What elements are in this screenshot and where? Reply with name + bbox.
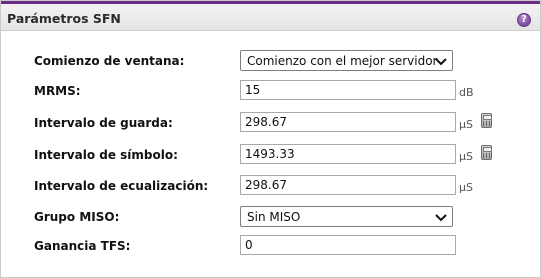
row-tfs-gain: Ganancia TFS: 0: [1, 235, 540, 259]
window-start-label: Comienzo de ventana:: [34, 54, 185, 68]
chevron-down-icon: [435, 214, 447, 222]
tfs-gain-input[interactable]: 0: [240, 235, 456, 255]
help-icon[interactable]: ?: [517, 13, 531, 27]
mrms-unit: dB: [459, 86, 474, 99]
window-start-value: Comienzo con el mejor servidor: [247, 54, 438, 68]
miso-group-select[interactable]: Sin MISO: [240, 206, 453, 227]
chevron-down-icon: [435, 58, 447, 66]
miso-group-value: Sin MISO: [247, 210, 301, 224]
row-equalization-interval: Intervalo de ecualización: 298.67 μS: [1, 175, 540, 199]
window-start-select[interactable]: Comienzo con el mejor servidor: [240, 50, 453, 71]
symbol-interval-unit: μS: [459, 150, 473, 163]
calculator-icon[interactable]: [481, 113, 492, 128]
symbol-interval-label: Intervalo de símbolo:: [34, 148, 178, 162]
panel-title: Parámetros SFN: [7, 11, 121, 26]
mrms-label: MRMS:: [34, 84, 81, 98]
calculator-icon[interactable]: [481, 145, 492, 160]
panel-header: Parámetros SFN ?: [1, 1, 540, 31]
mrms-input[interactable]: 15: [240, 80, 456, 100]
symbol-interval-input[interactable]: 1493.33: [240, 144, 456, 164]
row-window-start: Comienzo de ventana: Comienzo con el mej…: [1, 50, 540, 74]
guard-interval-unit: μS: [459, 118, 473, 131]
equalization-interval-input[interactable]: 298.67: [240, 175, 456, 195]
row-symbol-interval: Intervalo de símbolo: 1493.33 μS: [1, 144, 540, 168]
miso-group-label: Grupo MISO:: [34, 210, 120, 224]
guard-interval-input[interactable]: 298.67: [240, 112, 456, 132]
equalization-interval-unit: μS: [459, 181, 473, 194]
row-guard-interval: Intervalo de guarda: 298.67 μS: [1, 112, 540, 136]
row-miso-group: Grupo MISO: Sin MISO: [1, 206, 540, 230]
row-mrms: MRMS: 15 dB: [1, 80, 540, 104]
tfs-gain-label: Ganancia TFS:: [34, 239, 131, 253]
guard-interval-label: Intervalo de guarda:: [34, 116, 173, 130]
equalization-interval-label: Intervalo de ecualización:: [34, 179, 209, 193]
sfn-parameters-panel: Parámetros SFN ? Comienzo de ventana: Co…: [0, 0, 541, 278]
